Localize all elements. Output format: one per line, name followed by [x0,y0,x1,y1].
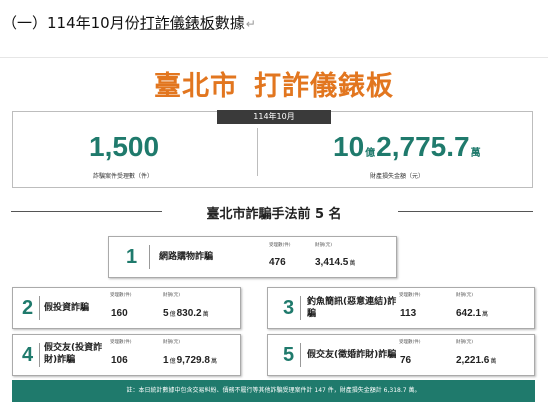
loss-amount-part1: 10 [333,131,365,162]
heading-prefix: （一）114年10月份 [2,14,140,32]
cases-header: 受理數(件) [110,340,132,345]
dashboard-title: 臺北市 打詐儀錶板 [0,64,548,103]
loss-value: 642.1萬 [456,308,491,319]
loss-unit-a: 萬 [490,359,497,365]
rank-number: 4 [22,344,34,366]
loss-amount-part2: 2,775.7 [376,131,470,162]
cases-value: 476 [269,257,286,268]
loss-header: 財損(元) [163,340,181,345]
rank-number: 1 [126,246,138,268]
cases-header: 受理數(件) [269,243,291,248]
section-heading: （一）114年10月份打詐儀錶板數據↵ [2,12,256,33]
stats-divider [257,128,258,176]
loss-value: 2,221.6萬 [456,355,499,366]
paragraph-return-mark: ↵ [245,17,256,31]
loss-header: 財損(元) [456,293,474,298]
cases-value: 76 [400,355,412,366]
top-divider [0,57,548,58]
method-name: 釣魚簡訊(惡意連結)詐騙 [307,297,397,319]
loss-unit-a: 萬 [482,312,489,318]
method-card-4: 4 假交友(投資詐財)詐騙 受理數(件) 財損(元) 106 1億9,729.8… [12,334,241,376]
loss-amount-value: 10億2,775.7萬 [333,131,482,163]
loss-unit-yi: 億 [365,148,376,159]
rank-number: 2 [22,297,34,319]
rank-number: 3 [283,297,295,319]
cases-value: 160 [111,308,128,319]
rank-separator [300,343,301,367]
title-city: 臺北市 [154,71,238,102]
loss-part-a: 642.1 [456,308,482,319]
cases-value: 113 [400,308,417,319]
loss-unit-a: 億 [169,312,176,318]
loss-part-b: 9,729.8 [176,355,210,366]
loss-part-a: 5 [163,308,169,319]
cases-value: 106 [111,355,128,366]
loss-unit-a: 億 [169,359,176,365]
loss-part-a: 3,414.5 [315,257,349,268]
heading-suffix: 數據 [214,14,245,32]
rank-number: 5 [283,344,295,366]
method-name: 假投資詐騙 [44,303,90,313]
loss-amount-caption: 財產損失金額（元） [370,173,425,180]
case-count-value: 1,500 [89,131,160,162]
loss-header: 財損(元) [456,340,474,345]
loss-value: 1億9,729.8萬 [163,355,218,366]
loss-unit-b: 萬 [202,312,209,318]
loss-part-a: 1 [163,355,169,366]
rank-separator [39,343,40,367]
case-count-caption: 詐騙案件受理數（件） [93,173,154,180]
method-card-1: 1 網路購物詐騙 受理數(件) 財損(元) 476 3,414.5萬 [108,236,397,278]
method-name: 假交友(徵婚詐財)詐騙 [307,350,397,360]
top5-section-title: 臺北市詐騙手法前 5 名 [206,207,342,222]
heading-underlined-text: 打詐儀錶板 [139,14,215,32]
rank-separator [300,296,301,320]
cases-header: 受理數(件) [110,293,132,298]
rank-separator [39,296,40,320]
loss-unit-b: 萬 [210,359,217,365]
method-card-3: 3 釣魚簡訊(惡意連結)詐騙 受理數(件) 財損(元) 113 642.1萬 [267,287,535,329]
loss-unit-a: 萬 [349,261,356,267]
loss-value: 3,414.5萬 [315,257,358,268]
loss-header: 財損(元) [163,293,181,298]
cases-header: 受理數(件) [399,293,421,298]
footnote-bar: 註：本日統計數據中包含交易糾紛、債務不履行等其他詐騙受理案件計 147 件，財產… [12,380,535,402]
method-card-2: 2 假投資詐騙 受理數(件) 財損(元) 160 5億830.2萬 [12,287,241,329]
method-name: 假交友(投資詐財)詐騙 [44,343,103,365]
title-dashboard: 打詐儀錶板 [254,71,394,102]
loss-header: 財損(元) [315,243,333,248]
loss-part-b: 830.2 [176,308,202,319]
month-tag: 114年10月 [217,110,331,124]
loss-part-a: 2,221.6 [456,355,490,366]
method-card-5: 5 假交友(徵婚詐財)詐騙 受理數(件) 財損(元) 76 2,221.6萬 [267,334,535,376]
rank-separator [149,245,150,269]
loss-unit-wan: 萬 [470,148,481,159]
cases-header: 受理數(件) [399,340,421,345]
method-name: 網路購物詐騙 [159,252,214,262]
loss-value: 5億830.2萬 [163,308,210,319]
